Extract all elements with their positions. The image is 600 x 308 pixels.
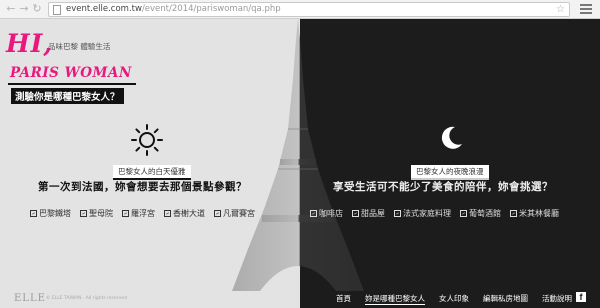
day-option[interactable]: 巴黎鐵塔 — [30, 208, 71, 219]
logo-paris-woman: PARIS WOMAN — [10, 65, 132, 81]
night-option[interactable]: 米其林餐廳 — [510, 208, 559, 219]
day-option[interactable]: 羅浮宮 — [122, 208, 155, 219]
address-bar[interactable]: event.elle.com.tw/event/2014/pariswoman/… — [48, 2, 570, 17]
checkbox-icon[interactable] — [460, 210, 467, 217]
footer-nav-map[interactable]: 編輯私房地圖 — [483, 293, 528, 305]
sun-icon — [131, 124, 163, 156]
checkbox-icon[interactable] — [80, 210, 87, 217]
checkbox-icon[interactable] — [310, 210, 317, 217]
day-question: 第一次到法國，妳會想要去那個景點參觀？ — [38, 181, 247, 193]
night-question: 享受生活可不能少了美食的陪伴，妳會挑選？ — [333, 181, 553, 193]
night-options: 咖啡店 甜品屋 法式家庭料理 葡萄酒館 米其林餐廳 — [310, 208, 559, 219]
footer-nav-impression[interactable]: 女人印象 — [439, 293, 469, 305]
day-options: 巴黎鐵塔 聖母院 羅浮宮 香榭大道 凡爾賽宮 — [30, 208, 255, 219]
forward-arrow-icon[interactable]: → — [18, 3, 30, 15]
page-content: HI, 品味巴黎 體驗生活 PARIS WOMAN 測驗你是哪種巴黎女人？ 巴黎… — [0, 19, 600, 308]
night-option[interactable]: 葡萄酒館 — [460, 208, 501, 219]
checkbox-icon[interactable] — [214, 210, 221, 217]
checkbox-icon[interactable] — [510, 210, 517, 217]
logo-hi: HI, — [6, 29, 54, 58]
star-icon[interactable]: ☆ — [556, 3, 565, 16]
checkbox-icon[interactable] — [352, 210, 359, 217]
night-tag: 巴黎女人的夜晚浪漫 — [411, 165, 489, 180]
day-option[interactable]: 凡爾賽宮 — [214, 208, 255, 219]
night-option[interactable]: 咖啡店 — [310, 208, 343, 219]
page-icon — [53, 5, 61, 15]
footer-left: ELLE © ELLE TAIWAN · All rights reserved — [0, 289, 300, 308]
hamburger-menu-icon[interactable] — [580, 4, 592, 15]
footer-nav: 首頁 妳是哪種巴黎女人 女人印象 編輯私房地圖 活動說明 — [336, 293, 572, 305]
day-option[interactable]: 香榭大道 — [164, 208, 205, 219]
checkbox-icon[interactable] — [122, 210, 129, 217]
night-option[interactable]: 法式家庭料理 — [394, 208, 451, 219]
quiz-title: 測驗你是哪種巴黎女人？ — [11, 88, 124, 104]
day-option[interactable]: 聖母院 — [80, 208, 113, 219]
eiffel-tower-illustration — [232, 19, 364, 291]
crescent-moon-icon — [441, 126, 462, 149]
checkbox-icon[interactable] — [164, 210, 171, 217]
footer-nav-quiz[interactable]: 妳是哪種巴黎女人 — [365, 293, 425, 305]
browser-toolbar: ← → ↻ event.elle.com.tw/event/2014/paris… — [0, 0, 600, 19]
copyright-text: © ELLE TAIWAN · All rights reserved — [46, 296, 127, 301]
logo-underline — [8, 83, 136, 85]
back-arrow-icon[interactable]: ← — [5, 3, 17, 15]
facebook-icon[interactable]: f — [576, 292, 586, 302]
checkbox-icon[interactable] — [30, 210, 37, 217]
footer-nav-rules[interactable]: 活動說明 — [542, 293, 572, 305]
footer-nav-home[interactable]: 首頁 — [336, 293, 351, 305]
url-text: event.elle.com.tw/event/2014/pariswoman/… — [66, 4, 281, 14]
logo-tagline: 品味巴黎 體驗生活 — [48, 42, 111, 51]
checkbox-icon[interactable] — [394, 210, 401, 217]
elle-logo[interactable]: ELLE — [14, 293, 46, 304]
day-tag: 巴黎女人的白天優雅 — [113, 165, 191, 180]
night-option[interactable]: 甜品屋 — [352, 208, 385, 219]
reload-icon[interactable]: ↻ — [31, 3, 43, 15]
